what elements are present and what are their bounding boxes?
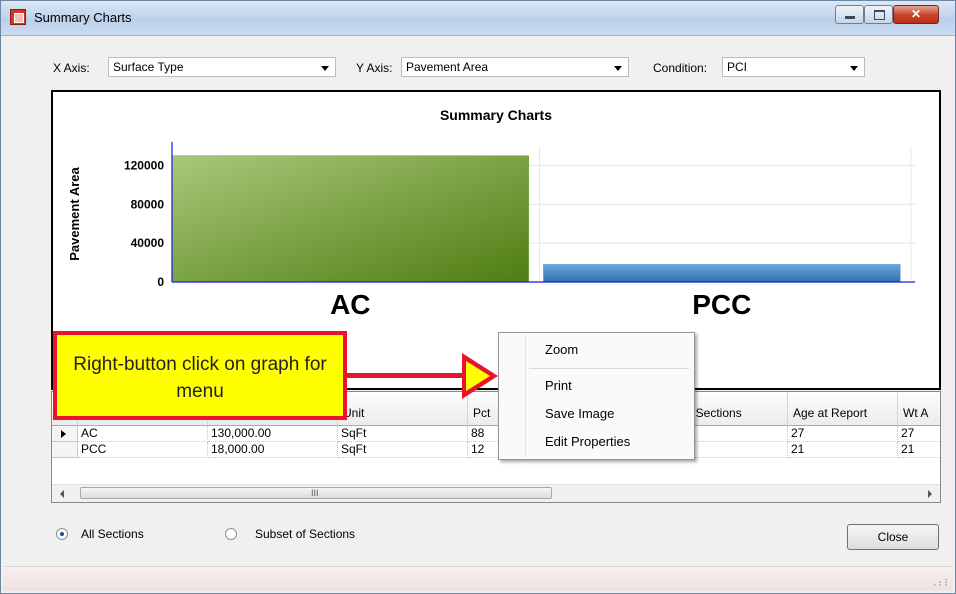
- x-axis-select[interactable]: Surface Type: [108, 57, 336, 77]
- table-cell[interactable]: 18,000.00: [208, 442, 338, 458]
- y-tick-label: 120000: [124, 158, 164, 172]
- menu-gutter: [525, 335, 526, 457]
- y-axis-label: Y Axis:: [356, 61, 393, 75]
- x-tick-label: PCC: [692, 289, 751, 320]
- menu-item-save-image[interactable]: Save Image: [545, 406, 614, 421]
- x-tick-label: AC: [330, 289, 370, 320]
- column-header-wt[interactable]: Wt A: [898, 392, 940, 426]
- y-axis-title: Pavement Area: [67, 167, 82, 261]
- row-header[interactable]: [52, 442, 78, 458]
- menu-separator: [529, 368, 689, 369]
- scroll-thumb[interactable]: III: [80, 487, 552, 499]
- table-cell[interactable]: SqFt: [338, 442, 468, 458]
- table-cell[interactable]: PCC: [78, 442, 208, 458]
- app-icon: [10, 9, 26, 25]
- menu-item-edit-properties[interactable]: Edit Properties: [545, 434, 630, 449]
- condition-label: Condition:: [653, 61, 708, 75]
- close-button[interactable]: Close: [847, 524, 939, 550]
- horizontal-scrollbar[interactable]: III: [52, 484, 940, 502]
- arrow-fill: [466, 361, 490, 391]
- y-tick-label: 80000: [131, 197, 165, 211]
- column-header-age[interactable]: Age at Report: [788, 392, 898, 426]
- x-axis-label: X Axis:: [53, 61, 90, 75]
- table-cell[interactable]: 27: [788, 426, 898, 442]
- all-sections-label[interactable]: All Sections: [81, 527, 144, 541]
- subset-sections-radio[interactable]: [225, 528, 237, 540]
- context-menu: Zoom Print Save Image Edit Properties: [498, 332, 695, 460]
- row-header[interactable]: [52, 426, 78, 442]
- chevron-down-icon: [321, 66, 329, 71]
- status-bar: ⠠⠰⠸: [3, 566, 953, 591]
- y-axis-select[interactable]: Pavement Area: [401, 57, 629, 77]
- minimize-button[interactable]: [835, 5, 864, 24]
- table-cell[interactable]: SqFt: [338, 426, 468, 442]
- x-axis-value: Surface Type: [113, 60, 184, 74]
- maximize-button[interactable]: [864, 5, 893, 24]
- window-title: Summary Charts: [34, 10, 132, 25]
- y-tick-label: 40000: [131, 236, 165, 250]
- table-cell[interactable]: 21: [788, 442, 898, 458]
- menu-item-print[interactable]: Print: [545, 378, 572, 393]
- title-bar[interactable]: Summary Charts: [1, 1, 955, 36]
- table-cell[interactable]: AC: [78, 426, 208, 442]
- bar-ac: [171, 155, 529, 283]
- bar-pcc: [543, 264, 901, 283]
- scroll-right-icon[interactable]: [928, 490, 932, 498]
- scroll-left-icon[interactable]: [60, 490, 64, 498]
- y-tick-label: 0: [157, 275, 164, 289]
- column-header-unit[interactable]: Unit: [338, 392, 468, 426]
- summary-charts-window: Summary Charts X Axis: Surface Type Y Ax…: [0, 0, 956, 594]
- table-cell[interactable]: 21: [898, 442, 940, 458]
- table-cell[interactable]: 130,000.00: [208, 426, 338, 442]
- condition-value: PCI: [727, 60, 748, 74]
- callout-connector: [347, 373, 467, 378]
- scroll-grip: III: [311, 488, 319, 498]
- all-sections-radio[interactable]: [56, 528, 68, 540]
- close-window-button[interactable]: [893, 5, 939, 24]
- current-row-icon: [61, 430, 66, 438]
- resize-grip-icon[interactable]: ⠠⠰⠸: [930, 579, 948, 588]
- instruction-callout: Right-button click on graph for menu: [53, 331, 347, 420]
- chevron-down-icon: [850, 66, 858, 71]
- table-cell[interactable]: 27: [898, 426, 940, 442]
- chart-title: Summary Charts: [440, 107, 552, 123]
- subset-sections-label[interactable]: Subset of Sections: [255, 527, 355, 541]
- chevron-down-icon: [614, 66, 622, 71]
- condition-select[interactable]: PCI: [722, 57, 865, 77]
- menu-item-zoom[interactable]: Zoom: [545, 342, 578, 357]
- y-axis-value: Pavement Area: [406, 60, 489, 74]
